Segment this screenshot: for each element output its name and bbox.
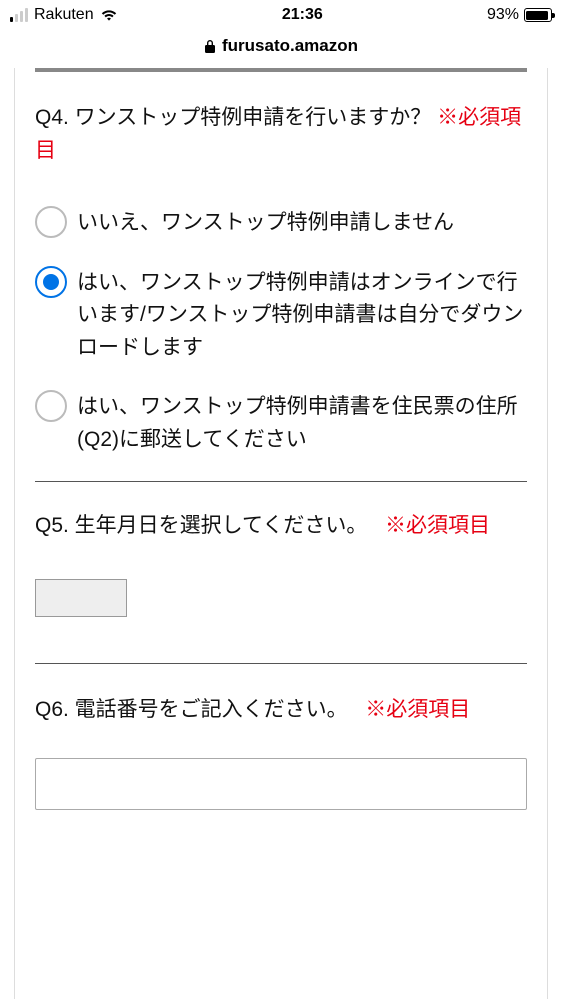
q4-option-2-label: はい、ワンストップ特例申請はオンラインで行います/ワンストップ特例申請書は自分で… bbox=[77, 267, 527, 365]
q5-label: Q5. 生年月日を選択してください。 bbox=[35, 514, 367, 537]
q5-question: Q5. 生年月日を選択してください。 ※必須項目 bbox=[35, 514, 490, 537]
page-viewport: Q4. ワンストップ特例申請を行いますか？ ※必須項目 いいえ、ワンストップ特例… bbox=[0, 68, 562, 999]
radio-icon bbox=[35, 266, 67, 298]
browser-url-bar[interactable]: furusato.amazon bbox=[0, 30, 562, 62]
q4-label: Q4. ワンストップ特例申請を行いますか？ bbox=[35, 106, 431, 129]
q4-question: Q4. ワンストップ特例申請を行いますか？ ※必須項目 bbox=[35, 102, 527, 167]
url-host: furusato.amazon bbox=[222, 36, 358, 56]
carrier-label: Rakuten bbox=[34, 6, 94, 24]
birthdate-picker-button[interactable] bbox=[35, 579, 127, 617]
q4-option-1-label: いいえ、ワンストップ特例申請しません bbox=[77, 207, 527, 240]
q6-question: Q6. 電話番号をご記入ください。 ※必須項目 bbox=[35, 694, 527, 727]
lock-icon bbox=[204, 39, 216, 53]
q4-option-2[interactable]: はい、ワンストップ特例申請はオンラインで行います/ワンストップ特例申請書は自分で… bbox=[35, 265, 527, 365]
signal-bars-icon bbox=[10, 8, 28, 22]
battery-fill bbox=[526, 11, 547, 20]
q4-options: いいえ、ワンストップ特例申請しません はい、ワンストップ特例申請はオンラインで行… bbox=[35, 205, 527, 456]
form-card: Q4. ワンストップ特例申請を行いますか？ ※必須項目 いいえ、ワンストップ特例… bbox=[14, 68, 548, 999]
section-divider bbox=[35, 663, 527, 664]
section-divider bbox=[35, 481, 527, 482]
q5-required-mark: ※必須項目 bbox=[385, 514, 490, 537]
q4-option-1[interactable]: いいえ、ワンストップ特例申請しません bbox=[35, 205, 527, 240]
q6-required-mark: ※必須項目 bbox=[365, 698, 470, 721]
battery-icon bbox=[524, 8, 552, 22]
status-right: 93% bbox=[487, 6, 552, 24]
wifi-icon bbox=[100, 8, 118, 22]
radio-icon bbox=[35, 390, 67, 422]
q5-block: Q5. 生年月日を選択してください。 ※必須項目 bbox=[35, 510, 527, 621]
radio-icon bbox=[35, 206, 67, 238]
section-divider-top bbox=[35, 68, 527, 72]
clock: 21:36 bbox=[282, 6, 323, 24]
q6-block: Q6. 電話番号をご記入ください。 ※必須項目 bbox=[35, 694, 527, 811]
status-left: Rakuten bbox=[10, 6, 118, 24]
battery-percent: 93% bbox=[487, 6, 519, 24]
q4-option-3-label: はい、ワンストップ特例申請書を住民票の住所(Q2)に郵送してください bbox=[77, 391, 527, 456]
q6-label: Q6. 電話番号をご記入ください。 bbox=[35, 698, 348, 721]
q4-option-3[interactable]: はい、ワンストップ特例申請書を住民票の住所(Q2)に郵送してください bbox=[35, 389, 527, 456]
status-bar: Rakuten 21:36 93% bbox=[0, 0, 562, 30]
phone-input[interactable] bbox=[35, 758, 527, 810]
